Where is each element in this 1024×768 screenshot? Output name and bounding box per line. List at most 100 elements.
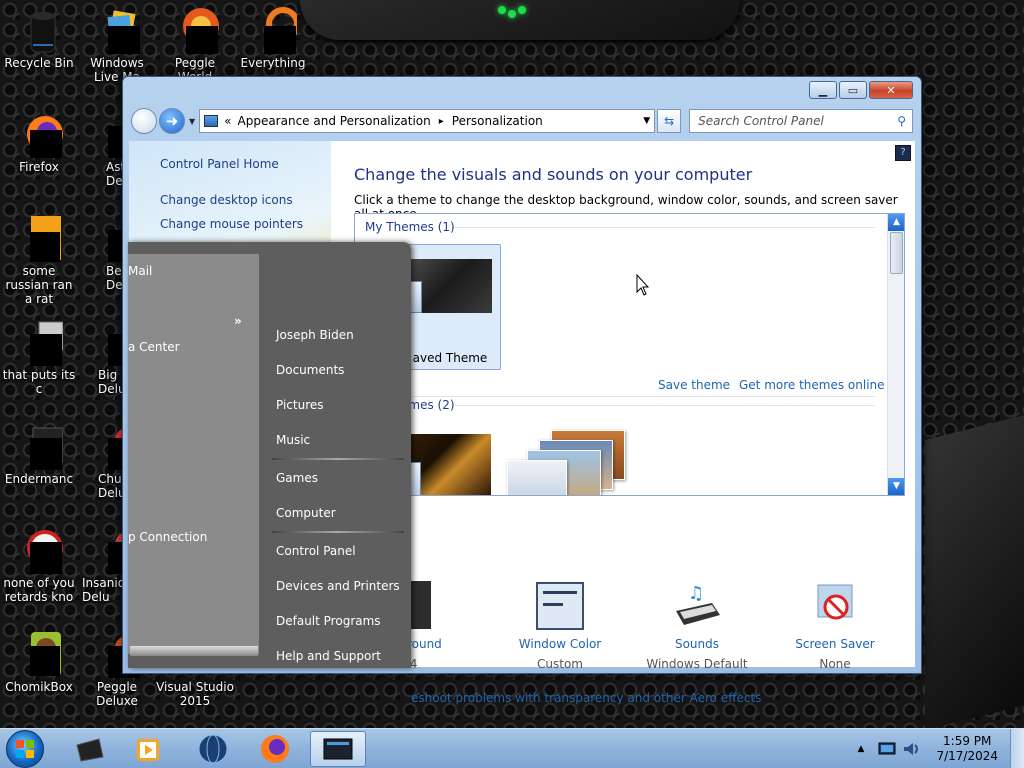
back-button[interactable] <box>131 108 157 134</box>
screen-saver-setting[interactable]: Screen Saver None <box>780 581 890 671</box>
breadcrumb-prefix[interactable]: « <box>224 114 231 128</box>
start-item-games[interactable]: Games <box>276 471 318 485</box>
scroll-up-arrow[interactable]: ▲ <box>888 214 904 231</box>
control-panel-home-link[interactable]: Control Panel Home <box>160 157 279 171</box>
windows-logo-icon <box>16 740 34 758</box>
window-preview <box>507 460 567 495</box>
minimize-button[interactable]: ▁ <box>809 81 837 99</box>
address-bar[interactable]: « Appearance and Personalization ▸ Perso… <box>199 109 656 133</box>
search-icon[interactable]: ⚲ <box>897 114 906 128</box>
folder-icon <box>15 318 64 366</box>
address-dropdown-icon[interactable]: ▼ <box>643 116 650 126</box>
submenu-arrow-icon[interactable]: » <box>234 314 242 328</box>
start-item-documents[interactable]: Documents <box>276 363 344 377</box>
refresh-button[interactable]: ⇆ <box>657 109 682 133</box>
clock[interactable]: 1:59 PM 7/17/2024 <box>936 734 998 764</box>
window-color-icon <box>535 581 585 631</box>
start-item-music[interactable]: Music <box>276 433 310 447</box>
desktop-icon-peggle-world[interactable]: Peggle World <box>156 6 234 84</box>
search-programs-box[interactable] <box>130 646 258 656</box>
taskbar-globe-app[interactable] <box>188 731 238 767</box>
globe-app-icon <box>198 734 228 764</box>
page-title: Change the visuals and sounds on your co… <box>354 165 753 184</box>
group-divider <box>455 405 875 406</box>
control-panel-icon <box>204 115 219 127</box>
desktop-icon-document[interactable]: e some russian ran a rat <box>0 214 78 306</box>
start-item-computer[interactable]: Computer <box>276 506 336 520</box>
taskbar-terminal-app[interactable] <box>64 731 114 767</box>
system-tray: ▲ 1:59 PM 7/17/2024 <box>858 729 1024 768</box>
show-hidden-icons-button[interactable]: ▲ <box>858 744 865 754</box>
desktop-icon-app[interactable]: none of you retards kno <box>0 526 78 604</box>
change-mouse-pointers-link[interactable]: Change mouse pointers <box>160 217 303 231</box>
windows-live-icon <box>93 6 141 58</box>
window-controls: ▁ ▭ ✕ <box>809 81 913 99</box>
desktop-icon-endermanch[interactable]: Endermanc <box>0 422 78 486</box>
group-divider <box>455 227 875 228</box>
start-item-devices-printers[interactable]: Devices and Printers <box>276 579 400 593</box>
theme-thumbnail-2[interactable] <box>397 434 491 495</box>
taskbar-control-panel[interactable] <box>310 731 366 767</box>
start-item-media-center[interactable]: a Center <box>128 340 180 354</box>
start-button[interactable] <box>6 730 44 768</box>
clock-time: 1:59 PM <box>943 734 992 748</box>
network-icon[interactable] <box>878 741 896 757</box>
search-input[interactable]: Search Control Panel ⚲ <box>689 109 913 133</box>
show-desktop-button[interactable] <box>1010 729 1024 768</box>
navigation-bar: ➜ ▼ « Appearance and Personalization ▸ P… <box>131 107 913 135</box>
troubleshoot-aero-link[interactable]: eshoot problems with transparency and ot… <box>411 691 761 705</box>
start-item-user[interactable]: Joseph Biden <box>276 328 354 342</box>
sounds-setting[interactable]: ♫ Sounds Windows Default <box>642 581 752 671</box>
arrow-right-icon: ➜ <box>165 112 179 130</box>
close-button[interactable]: ✕ <box>869 81 913 99</box>
recycle-bin-icon <box>15 6 63 54</box>
firefox-icon <box>15 110 63 158</box>
volume-icon[interactable] <box>902 740 920 758</box>
themes-scrollbar[interactable]: ▲ ▼ <box>887 214 904 495</box>
scroll-down-arrow[interactable]: ▼ <box>888 478 904 495</box>
refresh-icon: ⇆ <box>664 114 675 128</box>
get-more-themes-link[interactable]: Get more themes online <box>739 378 885 392</box>
firefox-icon <box>261 735 289 763</box>
desktop-icon-recycle-bin[interactable]: Recycle Bin <box>0 6 78 70</box>
desktop-icon-firefox[interactable]: Firefox <box>0 110 78 174</box>
recent-pages-dropdown[interactable]: ▼ <box>189 117 195 126</box>
mouse-cursor-icon <box>636 274 650 296</box>
taskbar-media-player[interactable] <box>124 731 174 767</box>
theme-name: aved Theme <box>412 351 488 365</box>
save-theme-link[interactable]: Save theme <box>658 378 730 392</box>
desktop-icon-windows-live[interactable]: Windows Live Ma <box>78 6 156 84</box>
menu-separator <box>272 531 404 533</box>
start-item-remote-connection[interactable]: p Connection <box>128 530 207 544</box>
breadcrumb-current[interactable]: Personalization <box>452 114 543 128</box>
forward-button[interactable]: ➜ <box>159 108 185 134</box>
wallpaper-glow <box>498 4 528 18</box>
terminal-app-icon <box>76 738 104 762</box>
start-item-mail[interactable]: Mail <box>128 264 152 278</box>
monitor-app-icon <box>323 738 353 760</box>
breadcrumb-separator[interactable]: ▸ <box>439 116 444 127</box>
window-color-setting[interactable]: Window Color Custom <box>505 581 615 671</box>
start-item-control-panel[interactable]: Control Panel <box>276 544 356 558</box>
maximize-button[interactable]: ▭ <box>839 81 867 99</box>
start-item-default-programs[interactable]: Default Programs <box>276 614 381 628</box>
start-item-pictures[interactable]: Pictures <box>276 398 324 412</box>
selected-theme[interactable]: aved Theme <box>397 244 501 370</box>
desktop-icon-chomikbox[interactable]: ChomikBox <box>0 630 78 694</box>
desktop-icon-everything[interactable]: Everything <box>234 6 312 70</box>
peggle-world-icon <box>171 6 219 58</box>
help-icon[interactable]: ? <box>895 145 911 161</box>
media-player-icon <box>137 739 159 761</box>
start-item-help-support[interactable]: Help and Support <box>276 649 381 663</box>
change-desktop-icons-link[interactable]: Change desktop icons <box>160 193 293 207</box>
taskbar-firefox[interactable] <box>250 731 300 767</box>
app-icon <box>15 526 63 574</box>
breadcrumb-parent[interactable]: Appearance and Personalization <box>238 114 431 128</box>
screen-saver-icon <box>810 581 860 631</box>
themes-list[interactable]: My Themes (1) aved Theme Save theme Get … <box>354 213 905 496</box>
desktop-icon-folder[interactable]: that puts its c <box>0 318 78 396</box>
document-icon: e <box>15 214 63 262</box>
scroll-thumb[interactable] <box>890 232 903 274</box>
wallpaper-panel-right <box>925 412 1024 730</box>
group-divider <box>365 396 875 397</box>
